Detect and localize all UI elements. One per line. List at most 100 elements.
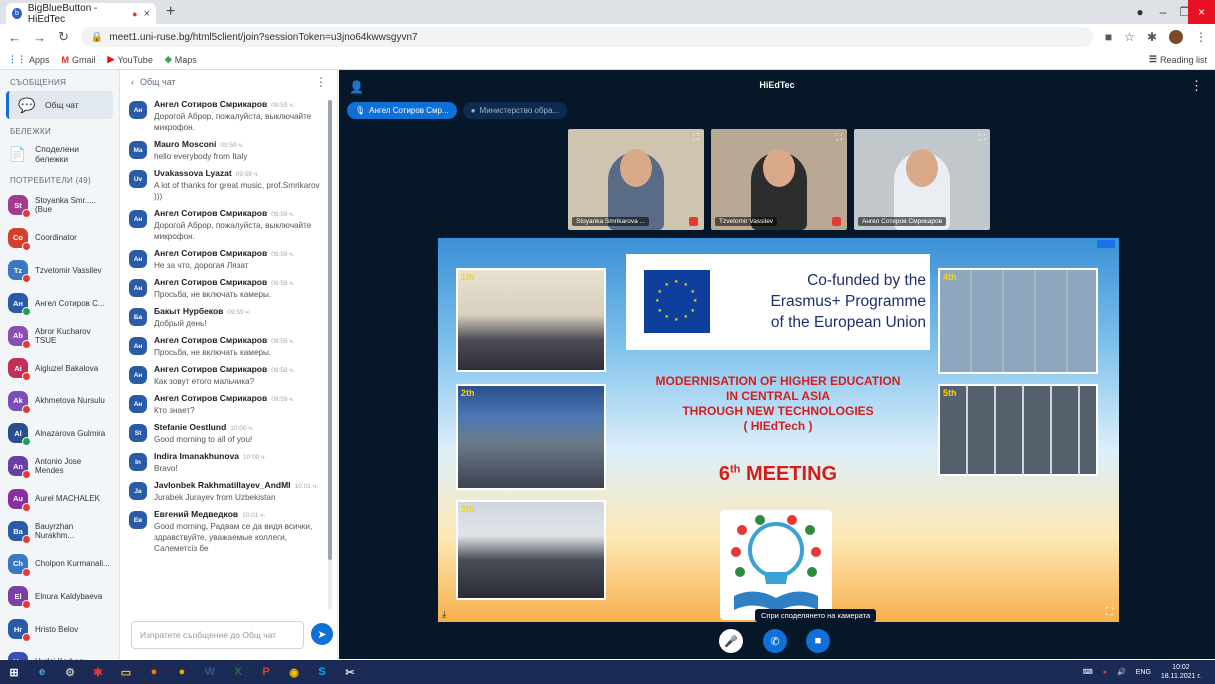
network-icon[interactable]: ⚙ — [56, 660, 84, 684]
extensions-icon[interactable]: ✱ — [1147, 30, 1157, 44]
user-list-item[interactable]: Ai Aigluzel Bakalova — [0, 352, 119, 385]
user-name: Alnazarova Gulmira — [35, 428, 106, 438]
volume-icon[interactable]: 🔊 — [1117, 668, 1126, 676]
minimize-presentation-button[interactable] — [1097, 240, 1115, 248]
word-icon[interactable]: W — [196, 660, 224, 684]
eu-star-icon: ★ — [690, 307, 695, 314]
apps-grid-icon: ⋮⋮ — [8, 54, 26, 64]
chat-message: Ан Ангел Сотиров Смрикаров 09:59 ч. Просьба… — [129, 274, 326, 303]
close-tab-icon[interactable]: × — [144, 8, 150, 20]
user-icon[interactable]: 👤 — [349, 80, 364, 94]
flag-icon[interactable]: ✱ — [84, 660, 112, 684]
talker-pill[interactable]: ● Министерство обра... — [462, 102, 568, 119]
star-icon[interactable]: ☆ — [1124, 30, 1135, 44]
shared-notes-item[interactable]: 📄 Споделени бележки — [0, 140, 119, 168]
user-list-item[interactable]: Ch Cholpon Kurmanali... — [0, 548, 119, 581]
forward-icon[interactable]: → — [33, 30, 46, 45]
new-tab-button[interactable]: + — [166, 3, 175, 21]
chevron-left-icon[interactable]: ‹ — [131, 77, 134, 87]
user-list-item[interactable]: Al Alnazarova Gulmira — [0, 417, 119, 450]
bookmark-apps[interactable]: ⋮⋮ Apps — [8, 54, 50, 65]
user-avatar: An — [8, 456, 31, 480]
notification-icon[interactable]: ● — [1103, 669, 1107, 676]
user-list-item[interactable]: Ba Bauyrzhan Nurakhm... — [0, 515, 119, 548]
navigation-panel: СЪОБЩЕНИЯ 💬 Общ чат БЕЛЕЖКИ 📄 Споделени … — [0, 70, 120, 675]
user-list-item[interactable]: Tz Tzvetomir Vassilev — [0, 254, 119, 287]
url-field[interactable]: 🔒 meet1.uni-ruse.bg/html5client/join?ses… — [80, 27, 1093, 47]
orange-app-icon[interactable]: ● — [168, 660, 196, 684]
photo-meeting-5: 5th — [938, 384, 1098, 476]
message-time: 09:59 ч. — [271, 338, 295, 345]
talker-pill[interactable]: 🎙 Ангел Сотиров Смр... — [347, 102, 457, 119]
presentation-slide: 1th 2th 3th 4th 5th ★ ★ ★ ★ ★ ★ ★ ★ ★ ★ ★ ★ Co-fund… — [438, 238, 1119, 622]
snipping-tool-icon[interactable]: ✂ — [336, 660, 364, 684]
message-author: Javlonbek Rakhmatillayev_AndMI — [154, 480, 291, 490]
public-chat-item[interactable]: 💬 Общ чат — [6, 91, 113, 119]
user-avatar: Ан — [8, 293, 31, 317]
bookmark-maps[interactable]: ◆ Maps — [165, 54, 197, 65]
user-list-item[interactable]: Co Coordinator — [0, 222, 119, 255]
bookmarks-bar: ⋮⋮ Apps M Gmail ▶ YouTube ◆ Maps ☰ Reading li… — [0, 50, 1215, 70]
eu-star-icon: ★ — [674, 279, 679, 285]
excel-icon[interactable]: X — [224, 660, 252, 684]
clock[interactable]: 10:02 18.11.2021 г. — [1161, 663, 1201, 681]
eu-star-icon: ★ — [657, 307, 663, 314]
user-list-item[interactable]: Ab Abror Kucharov TSUE — [0, 319, 119, 352]
chat-message-input[interactable]: Изпратете съобщение до Общ чат — [131, 621, 304, 649]
options-menu-icon[interactable]: ⋮ — [1190, 78, 1203, 94]
eu-star-icon: ★ — [664, 281, 669, 288]
windows-start-icon[interactable]: ⊞ — [0, 660, 28, 684]
message-time: 10:00 ч. — [243, 454, 267, 461]
video-tile[interactable]: Stoyanka Smrikarova ... ⛶ — [568, 129, 704, 230]
file-explorer-icon[interactable]: ▭ — [112, 660, 140, 684]
user-list-item[interactable]: Ан Ангел Сотиров С... — [0, 287, 119, 320]
reload-icon[interactable]: ↻ — [58, 29, 69, 45]
send-button[interactable]: ➤ — [311, 623, 333, 645]
language-indicator[interactable]: ENG — [1136, 669, 1151, 676]
menu-icon[interactable]: ⋮ — [1195, 30, 1207, 44]
user-list-item[interactable]: St Stoyanka Smr.....(Bue — [0, 189, 119, 222]
ie-icon[interactable]: e — [28, 660, 56, 684]
mute-button[interactable]: 🎤 — [719, 629, 743, 653]
chrome-icon[interactable]: ◉ — [280, 660, 308, 684]
skype-icon[interactable]: S — [308, 660, 336, 684]
expand-icon[interactable]: ⛶ — [693, 132, 699, 143]
bookmark-gmail[interactable]: M Gmail — [62, 55, 96, 65]
chat-scrollbar[interactable] — [328, 100, 332, 610]
chat-header: ‹ Общ чат ⋮ — [121, 70, 337, 94]
browser-tab[interactable]: b BigBlueButton - HiEdTec ● × — [6, 3, 156, 25]
back-icon[interactable]: ← — [8, 30, 21, 45]
share-camera-button[interactable]: ■ — [806, 629, 830, 653]
expand-icon[interactable]: ⛶ — [979, 132, 985, 143]
message-text: Дорогой Аброр, пожалуйста, выключайте ми… — [154, 221, 312, 241]
video-tile[interactable]: Tzvetomir Vassilev ⛶ — [711, 129, 847, 230]
reading-list-button[interactable]: ☰ Reading list — [1149, 54, 1207, 65]
keyboard-icon[interactable]: ⌨ — [1083, 668, 1093, 676]
profile-avatar[interactable] — [1169, 30, 1183, 44]
message-text: Не за что, дорогая Лязат — [154, 261, 249, 270]
photo-meeting-4: 4th — [938, 268, 1098, 374]
camera-icon: ■ — [814, 635, 822, 647]
chat-message: Ан Ангел Сотиров Смрикаров 09:59 ч. Дорогой… — [129, 205, 326, 245]
expand-icon[interactable]: ⛶ — [836, 132, 842, 143]
firefox-icon[interactable]: ● — [140, 660, 168, 684]
user-list-item[interactable]: Ak Akhmetova Nursulu — [0, 385, 119, 418]
bookmark-youtube[interactable]: ▶ YouTube — [108, 54, 153, 65]
video-head — [906, 149, 938, 187]
close-window-button[interactable]: × — [1188, 0, 1215, 24]
user-list-item[interactable]: Hr Hristo Belov — [0, 613, 119, 646]
chat-scroll-thumb[interactable] — [328, 100, 332, 560]
powerpoint-icon[interactable]: P — [252, 660, 280, 684]
download-icon[interactable]: ⤓ — [442, 609, 446, 620]
user-list-item[interactable]: An Antonio Jose Mendes — [0, 450, 119, 483]
chat-title[interactable]: Общ чат — [140, 77, 176, 87]
phone-icon: ✆ — [770, 635, 780, 648]
leave-audio-button[interactable]: ✆ — [763, 629, 787, 653]
message-text: Good morning, Радвам се да видя всички, … — [154, 522, 313, 553]
fullscreen-icon[interactable]: ⛶ — [1106, 607, 1113, 618]
user-list-item[interactable]: Au Aurel MACHALEK — [0, 482, 119, 515]
chat-options-icon[interactable]: ⋮ — [315, 75, 327, 89]
camera-indicator-icon[interactable]: ■ — [1105, 30, 1112, 44]
user-list-item[interactable]: El Elnura Kaldybaeva — [0, 580, 119, 613]
video-tile[interactable]: Ангел Сотиров Смрикаров ⛶ — [854, 129, 990, 230]
